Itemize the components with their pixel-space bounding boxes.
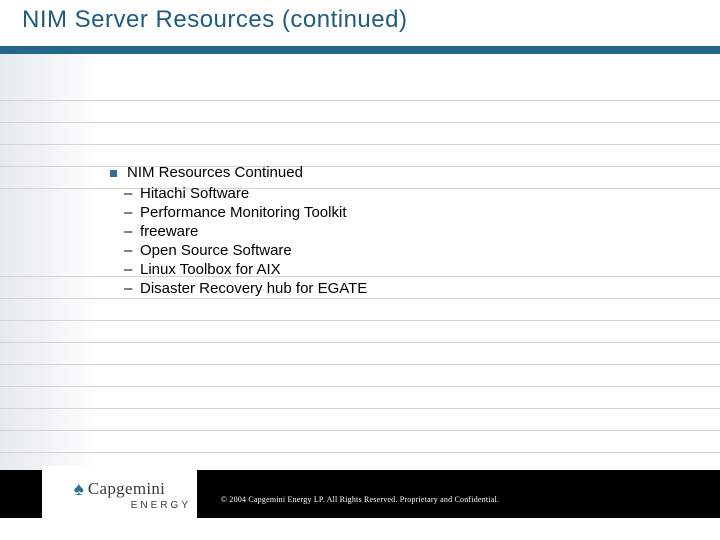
list-item: –Disaster Recovery hub for EGATE (124, 280, 367, 297)
background-line (0, 122, 720, 123)
background-line (0, 408, 720, 409)
list-item: –freeware (124, 223, 367, 240)
list-item-text: Disaster Recovery hub for EGATE (140, 280, 367, 297)
background-line (0, 386, 720, 387)
list-item-text: freeware (140, 223, 198, 240)
logo-name: Capgemini (88, 479, 165, 499)
background-line (0, 452, 720, 453)
background-line (0, 364, 720, 365)
square-bullet-icon (110, 170, 117, 177)
title-bar: NIM Server Resources (continued) (0, 0, 720, 54)
background-line (0, 144, 720, 145)
list-item-text: Open Source Software (140, 242, 292, 259)
left-gradient (0, 54, 104, 484)
sub-list: –Hitachi Software–Performance Monitoring… (124, 185, 367, 297)
slide: NIM Server Resources (continued) NIM Res… (0, 0, 720, 540)
list-item: –Hitachi Software (124, 185, 367, 202)
dash-icon: – (124, 280, 140, 297)
bullet-row: NIM Resources Continued (110, 164, 367, 181)
dash-icon: – (124, 261, 140, 278)
background-line (0, 100, 720, 101)
dash-icon: – (124, 242, 140, 259)
background-line (0, 430, 720, 431)
list-item: –Linux Toolbox for AIX (124, 261, 367, 278)
background-line (0, 320, 720, 321)
title-underline (0, 46, 720, 54)
bullet-heading: NIM Resources Continued (127, 164, 303, 181)
background-line (0, 342, 720, 343)
content-block: NIM Resources Continued –Hitachi Softwar… (110, 164, 367, 299)
list-item: –Performance Monitoring Toolkit (124, 204, 367, 221)
dash-icon: – (124, 223, 140, 240)
logo: ♠ Capgemini ENERGY (42, 466, 197, 524)
list-item-text: Hitachi Software (140, 185, 249, 202)
list-item-text: Performance Monitoring Toolkit (140, 204, 346, 221)
list-item-text: Linux Toolbox for AIX (140, 261, 281, 278)
logo-sub: ENERGY (131, 500, 191, 511)
spade-icon: ♠ (74, 480, 84, 499)
list-item: –Open Source Software (124, 242, 367, 259)
dash-icon: – (124, 204, 140, 221)
slide-title: NIM Server Resources (continued) (22, 6, 720, 34)
logo-top: ♠ Capgemini (74, 479, 165, 499)
dash-icon: – (124, 185, 140, 202)
